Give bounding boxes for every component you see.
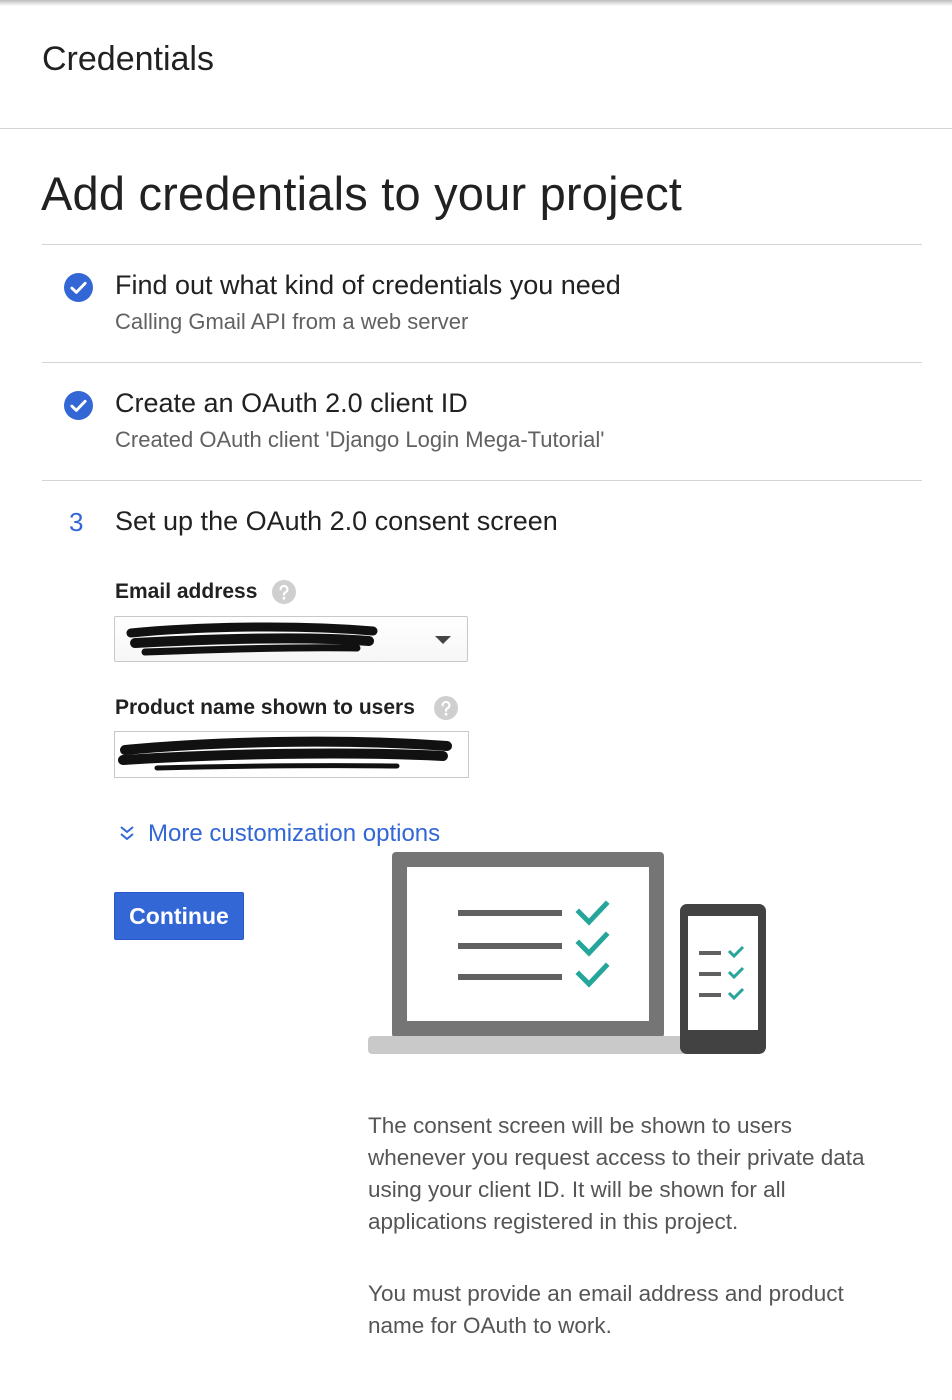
product-name-input[interactable] [114, 731, 469, 778]
email-address-select[interactable] [114, 616, 468, 662]
step-3-title: Set up the OAuth 2.0 consent screen [115, 506, 558, 536]
redacted-product-name-value [118, 736, 452, 771]
check-circle-icon [64, 391, 93, 420]
continue-button[interactable]: Continue [114, 892, 244, 940]
step-1-title: Find out what kind of credentials you ne… [115, 270, 621, 300]
step-2-subtitle: Created OAuth client 'Django Login Mega-… [115, 427, 605, 452]
consent-screen-illustration [368, 852, 766, 1054]
email-address-label: Email address [115, 580, 258, 603]
step-3-number: 3 [69, 507, 84, 537]
consent-description: The consent screen will be shown to user… [368, 1113, 865, 1234]
product-name-label: Product name shown to users [115, 696, 415, 719]
help-icon[interactable] [434, 696, 458, 720]
header-title: Credentials [42, 40, 214, 78]
divider [42, 362, 922, 363]
divider [42, 480, 922, 481]
header-divider [0, 128, 952, 129]
help-icon[interactable] [272, 580, 296, 604]
top-shadow [0, 0, 952, 6]
check-circle-icon [64, 273, 93, 302]
more-customization-label: More customization options [148, 820, 441, 847]
more-customization-link[interactable]: More customization options [118, 820, 440, 848]
redacted-email-value [126, 622, 378, 656]
step-2-title: Create an OAuth 2.0 client ID [115, 388, 468, 418]
chevron-double-down-icon [120, 826, 134, 841]
divider [42, 244, 922, 245]
step-1-subtitle: Calling Gmail API from a web server [115, 309, 469, 334]
dropdown-arrow-icon [435, 636, 451, 644]
page-title: Add credentials to your project [41, 167, 683, 220]
requirement-note: You must provide an email address and pr… [368, 1281, 844, 1338]
